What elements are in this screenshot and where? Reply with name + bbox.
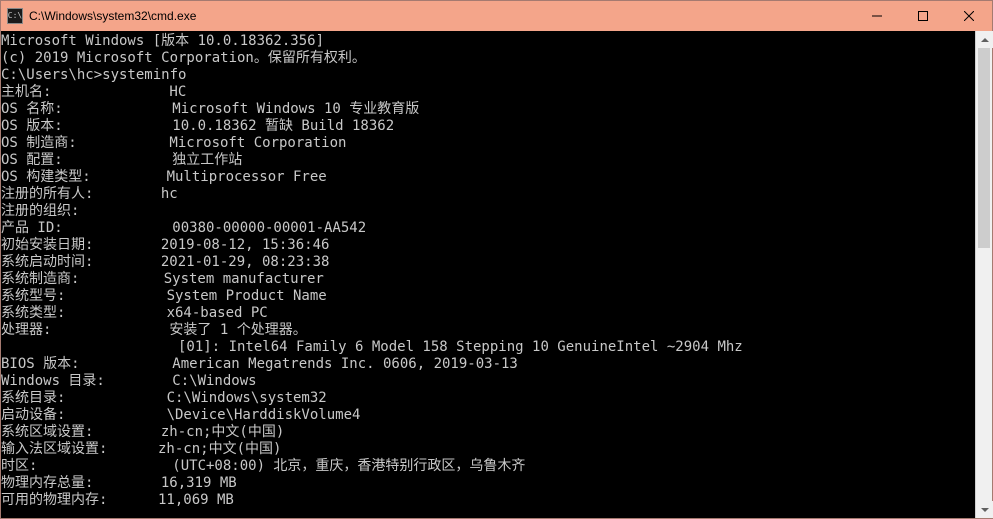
systeminfo-row: 可用的物理内存: 11,069 MB — [1, 492, 975, 509]
close-button[interactable] — [946, 1, 992, 31]
title-left: C:\ C:\Windows\system32\cmd.exe — [1, 8, 196, 24]
maximize-button[interactable] — [900, 1, 946, 31]
window-controls — [854, 1, 992, 31]
systeminfo-row: BIOS 版本: American Megatrends Inc. 0606, … — [1, 356, 975, 373]
systeminfo-row: 系统启动时间: 2021-01-29, 08:23:38 — [1, 254, 975, 271]
systeminfo-row: OS 版本: 10.0.18362 暂缺 Build 18362 — [1, 118, 975, 135]
scroll-up-arrow[interactable] — [976, 31, 993, 48]
systeminfo-row: 系统区域设置: zh-cn;中文(中国) — [1, 424, 975, 441]
systeminfo-row: 输入法区域设置: zh-cn;中文(中国) — [1, 441, 975, 458]
systeminfo-row: 主机名: HC — [1, 84, 975, 101]
vertical-scrollbar[interactable] — [975, 31, 992, 518]
prompt-line: C:\Users\hc>systeminfo — [1, 67, 975, 84]
systeminfo-row: Windows 目录: C:\Windows — [1, 373, 975, 390]
systeminfo-row: 系统类型: x64-based PC — [1, 305, 975, 322]
systeminfo-row: 系统制造商: System manufacturer — [1, 271, 975, 288]
systeminfo-row: 初始安装日期: 2019-08-12, 15:36:46 — [1, 237, 975, 254]
systeminfo-row: OS 构建类型: Multiprocessor Free — [1, 169, 975, 186]
systeminfo-row: 处理器: 安装了 1 个处理器。 — [1, 322, 975, 339]
systeminfo-row: OS 配置: 独立工作站 — [1, 152, 975, 169]
systeminfo-row: [01]: Intel64 Family 6 Model 158 Steppin… — [1, 339, 975, 356]
scroll-thumb[interactable] — [978, 48, 990, 248]
systeminfo-row: 产品 ID: 00380-00000-00001-AA542 — [1, 220, 975, 237]
console-output[interactable]: Microsoft Windows [版本 10.0.18362.356](c)… — [1, 31, 975, 518]
minimize-button[interactable] — [854, 1, 900, 31]
systeminfo-row: 系统型号: System Product Name — [1, 288, 975, 305]
systeminfo-row: 注册的所有人: hc — [1, 186, 975, 203]
console-area: Microsoft Windows [版本 10.0.18362.356](c)… — [1, 31, 992, 518]
titlebar[interactable]: C:\ C:\Windows\system32\cmd.exe — [1, 1, 992, 31]
systeminfo-row: OS 制造商: Microsoft Corporation — [1, 135, 975, 152]
banner-line: Microsoft Windows [版本 10.0.18362.356] — [1, 33, 975, 50]
cmd-icon: C:\ — [7, 8, 23, 24]
systeminfo-row: 物理内存总量: 16,319 MB — [1, 475, 975, 492]
banner-line: (c) 2019 Microsoft Corporation。保留所有权利。 — [1, 50, 975, 67]
systeminfo-row: 启动设备: \Device\HarddiskVolume4 — [1, 407, 975, 424]
systeminfo-row: 时区: (UTC+08:00) 北京，重庆，香港特别行政区，乌鲁木齐 — [1, 458, 975, 475]
systeminfo-row: 系统目录: C:\Windows\system32 — [1, 390, 975, 407]
scroll-down-arrow[interactable] — [976, 501, 993, 518]
window-title: C:\Windows\system32\cmd.exe — [29, 9, 196, 23]
systeminfo-row: 注册的组织: — [1, 203, 975, 220]
app-window: C:\ C:\Windows\system32\cmd.exe Microsof… — [0, 0, 993, 519]
systeminfo-row: OS 名称: Microsoft Windows 10 专业教育版 — [1, 101, 975, 118]
